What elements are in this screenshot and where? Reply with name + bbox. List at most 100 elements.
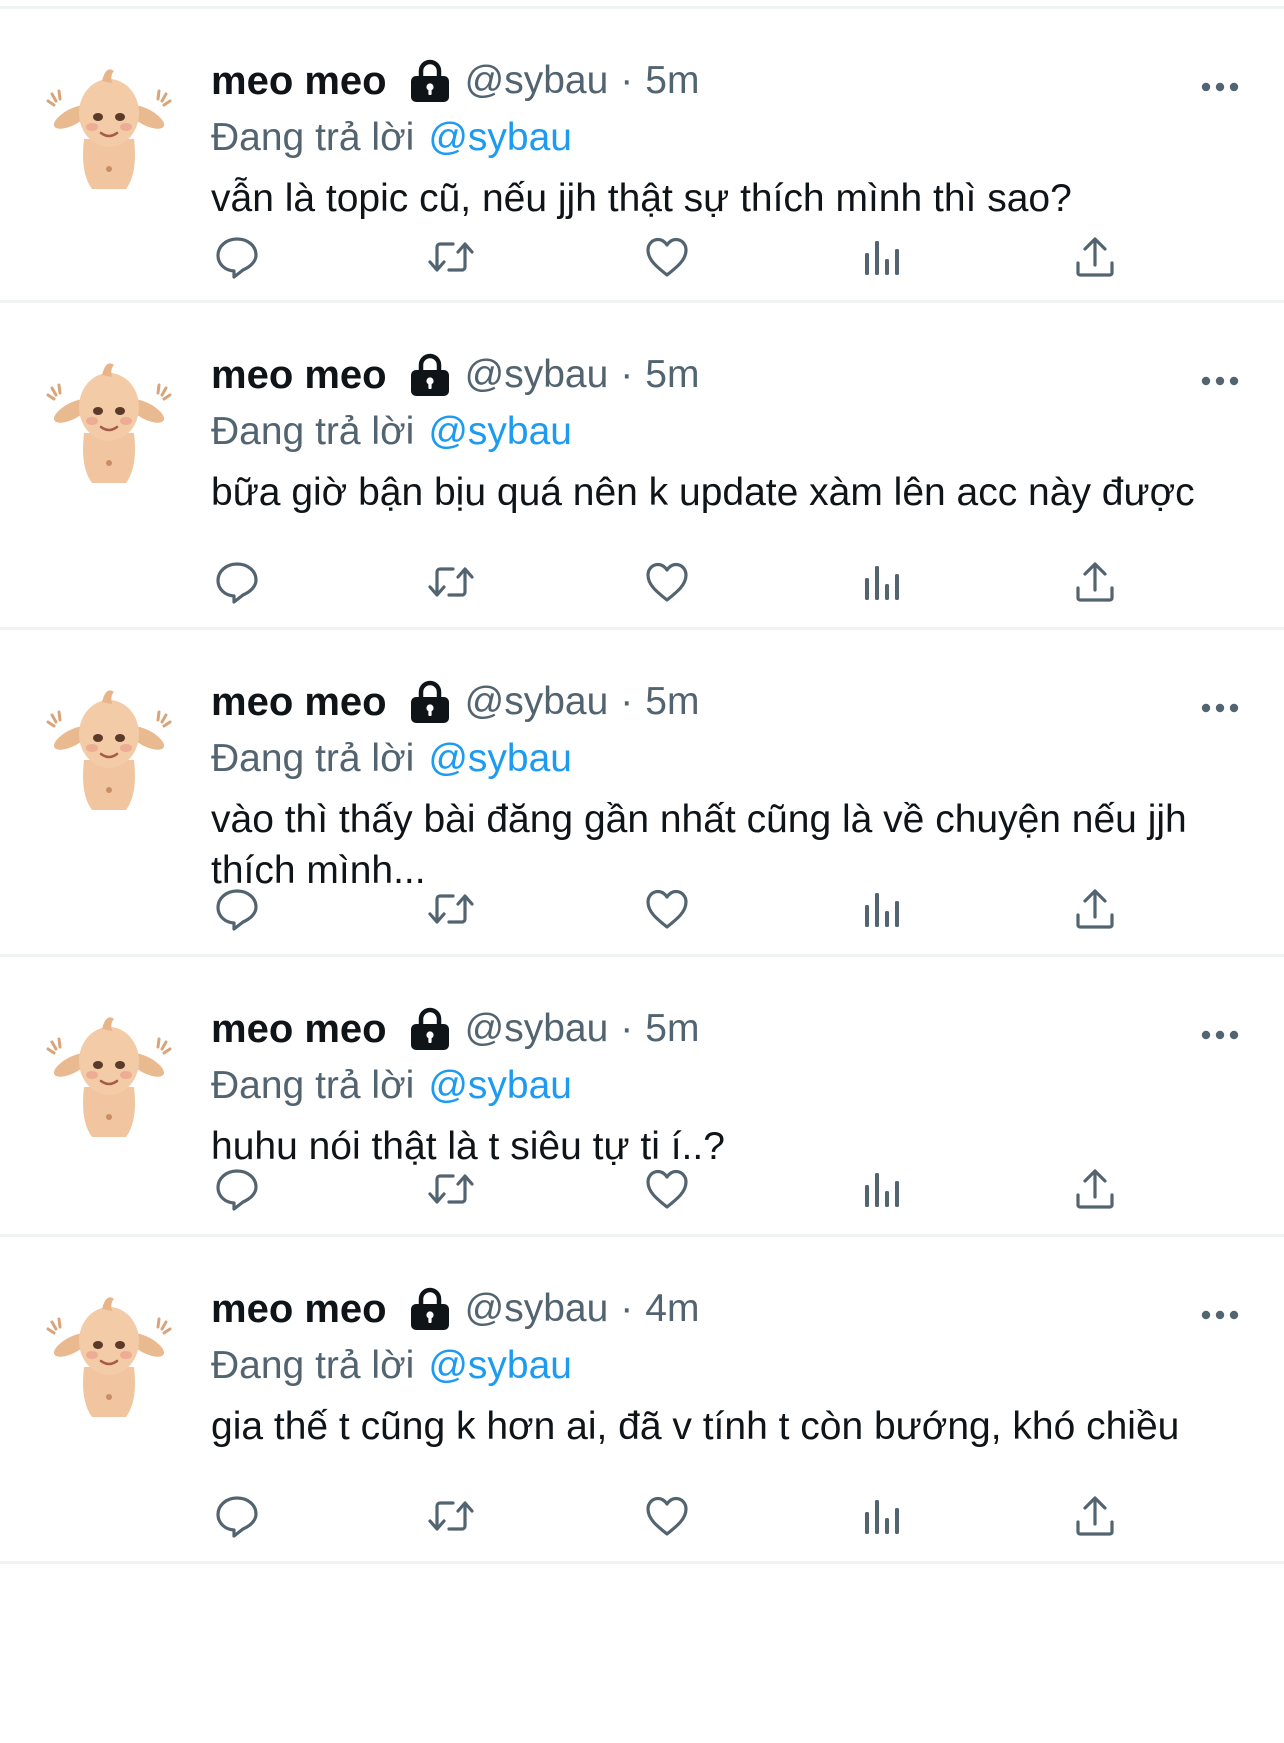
like-button[interactable]: [641, 1161, 693, 1217]
replying-to-handle[interactable]: @sybau: [428, 737, 572, 781]
separator: ·: [620, 1287, 634, 1330]
tweet-header: meo meo @sybau · 4m: [211, 1281, 699, 1337]
retweet-button[interactable]: [425, 881, 477, 937]
tweet-actions: [211, 554, 1131, 610]
tweet-feed: meo meo @sybau · 5m Đang trả lời @sybau …: [0, 0, 1284, 1743]
handle[interactable]: @sybau: [465, 353, 609, 397]
separator: ·: [620, 680, 634, 723]
handle[interactable]: @sybau: [465, 1007, 609, 1051]
more-icon[interactable]: [1196, 1291, 1244, 1339]
reply-button[interactable]: [211, 1488, 263, 1544]
lock-icon: [409, 1007, 451, 1051]
handle[interactable]: @sybau: [465, 1287, 609, 1331]
reply-button[interactable]: [211, 554, 263, 610]
replying-to-handle[interactable]: @sybau: [428, 1344, 572, 1388]
more-icon[interactable]: [1196, 1011, 1244, 1059]
more-icon[interactable]: [1196, 684, 1244, 732]
retweet-button[interactable]: [425, 1488, 477, 1544]
timestamp[interactable]: 5m: [645, 1007, 699, 1051]
replying-to-line: Đang trả lời @sybau: [211, 730, 572, 788]
lock-icon: [409, 680, 451, 724]
like-button[interactable]: [641, 229, 693, 285]
avatar[interactable]: [44, 1009, 174, 1139]
tweet[interactable]: meo meo @sybau · 5m Đang trả lời @sybau …: [0, 630, 1284, 957]
tweet-header: meo meo @sybau · 5m: [211, 53, 699, 109]
share-icon: [1071, 1165, 1119, 1213]
like-button[interactable]: [641, 1488, 693, 1544]
retweet-icon: [427, 558, 475, 606]
tweet-header: meo meo @sybau · 5m: [211, 347, 699, 403]
replying-to-label: Đang trả lời: [211, 116, 415, 159]
tweet[interactable]: meo meo @sybau · 5m Đang trả lời @sybau …: [0, 9, 1284, 303]
reply-icon: [213, 885, 261, 933]
timestamp[interactable]: 5m: [645, 59, 699, 103]
like-icon: [643, 558, 691, 606]
reply-button[interactable]: [211, 881, 263, 937]
views-icon: [858, 885, 906, 933]
timestamp[interactable]: 4m: [645, 1287, 699, 1331]
retweet-button[interactable]: [425, 554, 477, 610]
views-button[interactable]: [856, 1161, 908, 1217]
like-icon: [643, 885, 691, 933]
reply-icon: [213, 233, 261, 281]
retweet-icon: [427, 1492, 475, 1540]
retweet-icon: [427, 1165, 475, 1213]
share-icon: [1071, 233, 1119, 281]
reply-button[interactable]: [211, 229, 263, 285]
reply-icon: [213, 558, 261, 606]
replying-to-handle[interactable]: @sybau: [428, 116, 572, 160]
retweet-button[interactable]: [425, 1161, 477, 1217]
share-icon: [1071, 558, 1119, 606]
retweet-icon: [427, 233, 475, 281]
views-button[interactable]: [856, 229, 908, 285]
replying-to-line: Đang trả lời @sybau: [211, 1057, 572, 1115]
tweet-header: meo meo @sybau · 5m: [211, 674, 699, 730]
separator: ·: [620, 59, 634, 102]
tweet[interactable]: meo meo @sybau · 4m Đang trả lời @sybau …: [0, 1237, 1284, 1564]
tweet-header: meo meo @sybau · 5m: [211, 1001, 699, 1057]
tweet-actions: [211, 229, 1131, 285]
handle[interactable]: @sybau: [465, 680, 609, 724]
replying-to-handle[interactable]: @sybau: [428, 1064, 572, 1108]
display-name[interactable]: meo meo: [211, 1287, 387, 1332]
share-button[interactable]: [1069, 881, 1121, 937]
tweet[interactable]: meo meo @sybau · 5m Đang trả lời @sybau …: [0, 303, 1284, 630]
handle[interactable]: @sybau: [465, 59, 609, 103]
share-button[interactable]: [1069, 1488, 1121, 1544]
tweet-actions: [211, 1161, 1131, 1217]
views-button[interactable]: [856, 554, 908, 610]
share-button[interactable]: [1069, 554, 1121, 610]
like-icon: [643, 1165, 691, 1213]
avatar[interactable]: [44, 355, 174, 485]
display-name[interactable]: meo meo: [211, 1007, 387, 1052]
lock-icon: [409, 1287, 451, 1331]
retweet-button[interactable]: [425, 229, 477, 285]
display-name[interactable]: meo meo: [211, 680, 387, 725]
tweet[interactable]: meo meo @sybau · 5m Đang trả lời @sybau …: [0, 957, 1284, 1237]
like-icon: [643, 1492, 691, 1540]
like-button[interactable]: [641, 554, 693, 610]
avatar[interactable]: [44, 1289, 174, 1419]
tweet-text: gia thế t cũng k hơn ai, đã v tính t còn…: [211, 1405, 1180, 1448]
share-button[interactable]: [1069, 1161, 1121, 1217]
timestamp[interactable]: 5m: [645, 353, 699, 397]
lock-icon: [409, 59, 451, 103]
replying-to-handle[interactable]: @sybau: [428, 410, 572, 454]
views-button[interactable]: [856, 1488, 908, 1544]
tweet-text: bữa giờ bận bịu quá nên k update xàm lên…: [211, 471, 1195, 514]
share-button[interactable]: [1069, 229, 1121, 285]
views-icon: [858, 233, 906, 281]
display-name[interactable]: meo meo: [211, 59, 387, 104]
avatar[interactable]: [44, 682, 174, 812]
display-name[interactable]: meo meo: [211, 353, 387, 398]
views-button[interactable]: [856, 881, 908, 937]
like-button[interactable]: [641, 881, 693, 937]
like-icon: [643, 233, 691, 281]
replying-to-line: Đang trả lời @sybau: [211, 109, 572, 167]
timestamp[interactable]: 5m: [645, 680, 699, 724]
more-icon[interactable]: [1196, 63, 1244, 111]
reply-button[interactable]: [211, 1161, 263, 1217]
replying-to-label: Đang trả lời: [211, 737, 415, 780]
avatar[interactable]: [44, 61, 174, 191]
more-icon[interactable]: [1196, 357, 1244, 405]
